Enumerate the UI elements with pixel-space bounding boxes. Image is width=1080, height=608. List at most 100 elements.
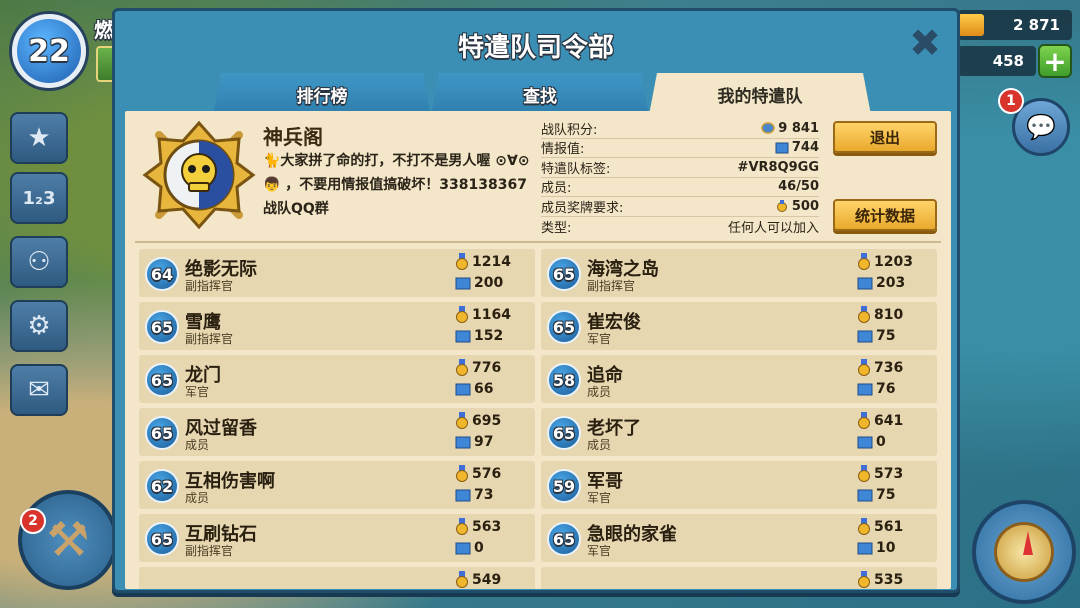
member-intel: 0 [857,434,886,450]
member-level-badge: 65 [145,310,179,344]
member-row[interactable]: 62 互相伤害啊 成员 576 73 [139,461,535,509]
member-row[interactable]: 65 崔宏俊 军官 810 75 [541,302,937,350]
member-row[interactable]: 58 追命 成员 736 76 [541,355,937,403]
member-row[interactable]: 65 海湾之岛 副指挥官 1203 203 [541,249,937,297]
member-row[interactable]: 65 风过留香 成员 695 97 [139,408,535,456]
member-medals-value: 563 [472,519,502,535]
info-value: 任何人可以加入 [727,220,819,236]
gear-icon: ⚙ [27,311,51,341]
info-value: 744 [791,140,819,156]
intel-icon [857,436,873,449]
star-rank-button[interactable]: ★ [10,112,68,164]
member-row[interactable]: 65 龙门 军官 776 66 [139,355,535,403]
member-medals-value: 561 [874,519,904,535]
member-level-badge: 65 [547,310,581,344]
member-intel-value: 73 [474,487,494,503]
member-intel: 76 [857,381,895,397]
info-value: 9 841 [778,120,819,136]
panel-title: 特遣队司令部 [457,33,614,63]
player-name: 燃 [94,18,114,42]
star-icon: ★ [27,123,51,153]
intel-icon [857,489,873,502]
taskforce-name: 神兵阁 [263,125,323,149]
member-role: 成员 [587,438,612,452]
member-medals-value: 1214 [472,254,511,270]
build-button[interactable]: ⚒ [18,490,118,590]
member-medals: 576 [455,465,501,483]
info-row-members: 成员: 46/50 [541,178,819,197]
member-row[interactable]: 549 [139,567,535,589]
info-value: 500 [791,198,819,214]
tab-search[interactable]: 查找 [431,73,649,115]
medal-icon [858,412,870,429]
member-intel-value: 0 [876,434,886,450]
info-label: 情报值: [541,142,585,158]
member-medals-value: 576 [472,466,502,482]
member-role: 军官 [587,544,612,558]
intel-icon [857,277,873,290]
taskforce-hq-panel: 特遣队司令部 ✖ 排行榜 查找 我的特遣队 神兵阁 🐈大家拼了命的打，不打不是男… [112,8,960,593]
plus-icon: + [1043,44,1067,78]
close-icon: ✖ [909,21,941,65]
member-medals-value: 695 [472,413,502,429]
member-level-badge: 65 [547,257,581,291]
settings-button[interactable]: ⚙ [10,300,68,352]
member-medals-value: 810 [874,307,904,323]
info-row-tag: 特遣队标签: #VR8Q9GG [541,158,819,178]
hammer-icon: ⚒ [46,512,90,568]
add-diamonds-button[interactable]: + [1038,44,1072,78]
member-intel: 152 [455,328,503,344]
medal-icon [776,200,787,213]
close-button[interactable]: ✖ [907,21,943,65]
member-level-badge: 65 [145,522,179,556]
member-row[interactable]: 64 绝影无际 副指挥官 1214 200 [139,249,535,297]
member-level-badge: 58 [547,363,581,397]
intel-icon [857,542,873,555]
member-medals-value: 1203 [874,254,913,270]
compass-icon [994,522,1054,582]
medal-icon [456,306,468,323]
member-medals: 549 [455,571,501,589]
taskforce-button[interactable]: ⚇ [10,236,68,288]
member-row[interactable]: 65 雪鹰 副指挥官 1164 152 [139,302,535,350]
player-level-badge[interactable]: 22 [12,14,86,88]
member-level-badge: 65 [547,522,581,556]
map-compass-button[interactable] [972,500,1076,604]
medal-icon [858,359,870,376]
leave-button[interactable]: 退出 [833,121,937,153]
member-medals: 641 [857,412,903,430]
member-level-badge: 59 [547,469,581,503]
member-row[interactable]: 65 老坏了 成员 641 0 [541,408,937,456]
info-value: 46/50 [778,179,819,195]
statistics-button[interactable]: 统计数据 [833,199,937,231]
member-role: 成员 [587,385,612,399]
member-intel-value: 10 [876,540,896,556]
info-label: 类型: [541,220,572,236]
member-intel-value: 0 [474,540,484,556]
member-role: 副指挥官 [185,332,234,346]
mail-button[interactable]: ✉ [10,364,68,416]
member-row[interactable]: 59 军哥 军官 573 75 [541,461,937,509]
member-medals: 1214 [455,253,511,271]
member-row[interactable]: 535 [541,567,937,589]
member-medals: 776 [455,359,501,377]
member-medals-value: 1164 [472,307,511,323]
member-role: 成员 [185,438,210,452]
tab-leaderboard[interactable]: 排行榜 [213,73,431,115]
leaderboard-button[interactable]: 1₂3 [10,172,68,224]
intel-icon [455,277,471,290]
member-level-badge: 65 [145,363,179,397]
member-level-badge: 62 [145,469,179,503]
member-intel: 10 [857,540,895,556]
member-row[interactable]: 65 急眼的家雀 军官 561 10 [541,514,937,562]
member-intel: 97 [455,434,493,450]
member-medals-value: 736 [874,360,904,376]
intel-icon [775,142,789,154]
tab-my-taskforce[interactable]: 我的特遣队 [649,73,871,115]
taskforce-description: 🐈大家拼了命的打，不打不是男人喔 ⊙∀⊙👦 ，不要用情报值搞破坏！3381383… [263,153,530,217]
member-row[interactable]: 65 互刷钻石 副指挥官 563 0 [139,514,535,562]
member-intel: 200 [455,275,503,291]
intel-icon [857,330,873,343]
member-level-badge: 65 [145,416,179,450]
intel-icon [455,330,471,343]
